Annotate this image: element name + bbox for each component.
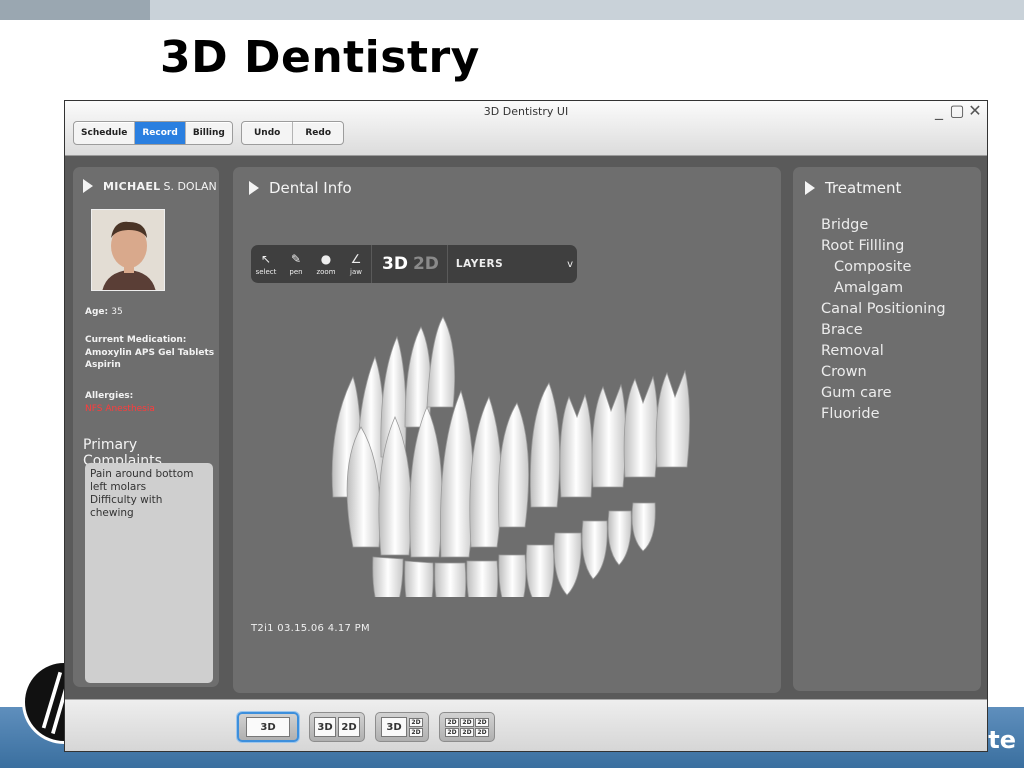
complaint-line: Pain around bottom — [90, 468, 194, 480]
tool-label: zoom — [316, 268, 336, 276]
treatment-item-fluoride[interactable]: Fluoride — [821, 404, 946, 425]
cursor-icon: ↖ — [260, 252, 272, 266]
tool-label: select — [255, 268, 277, 276]
angle-icon: ∠ — [350, 252, 362, 266]
view-grid-button[interactable]: 2D 2D 2D 2D 2D 2D — [439, 712, 495, 742]
patient-panel: MICHAEL S. DOLAN Age: 35 Current Medicat… — [73, 167, 219, 687]
window-controls: _ ▢ ✕ — [931, 101, 983, 120]
complaints-textarea[interactable]: Pain around bottom left molars Difficult… — [85, 463, 213, 683]
tool-select[interactable]: ↖ select — [251, 245, 281, 283]
slide-top-bar-dark — [0, 0, 150, 20]
slide-top-bar-light — [150, 0, 1024, 20]
age-row: Age: 35 — [85, 307, 123, 317]
medication-list: Amoxylin APS Gel Tablets Aspirin — [85, 347, 214, 371]
dental-info-title: Dental Info — [269, 179, 352, 197]
undo-button[interactable]: Undo — [242, 122, 294, 144]
patient-photo — [91, 209, 165, 291]
app-window: 3D Dentistry UI _ ▢ ✕ Schedule Record Bi… — [64, 100, 988, 752]
medication-item: Amoxylin APS Gel Tablets — [85, 348, 215, 358]
treatment-item-gum-care[interactable]: Gum care — [821, 383, 946, 404]
expand-triangle-icon — [249, 181, 259, 195]
tool-jaw[interactable]: ∠ jaw — [341, 245, 371, 283]
view-cell: 2D — [475, 717, 489, 727]
tool-label: pen — [289, 268, 303, 276]
view-triple-button[interactable]: 3D 2D 2D — [375, 712, 429, 742]
allergies-value: NFS Anesthesia — [85, 404, 155, 414]
expand-triangle-icon — [83, 179, 93, 193]
pen-icon: ✎ — [290, 252, 302, 266]
allergies-label: Allergies: — [85, 391, 134, 401]
treatment-item-removal[interactable]: Removal — [821, 341, 946, 362]
toolbar-divider — [371, 245, 372, 283]
treatment-item-composite[interactable]: Composite — [821, 257, 946, 278]
maximize-icon[interactable]: ▢ — [949, 101, 965, 120]
treatment-item-root-filling[interactable]: Root Fillling — [821, 236, 946, 257]
view-cell: 2D — [445, 727, 459, 737]
patient-header[interactable]: MICHAEL S. DOLAN — [83, 179, 217, 193]
view-mode-bar: 3D 3D 2D 3D 2D 2D 2D 2D 2D 2D 2D 2D — [65, 699, 987, 751]
view-stack: 2D 2D — [409, 717, 423, 737]
age-label: Age: — [85, 307, 109, 317]
age-value: 35 — [111, 307, 123, 317]
view-cell: 3D — [246, 717, 290, 737]
view-grid: 2D 2D 2D 2D 2D 2D — [445, 717, 489, 737]
dental-info-header[interactable]: Dental Info — [249, 179, 352, 197]
mode-2d-toggle[interactable]: 2D — [413, 254, 439, 274]
scan-timestamp: T2i1 03.15.06 4.17 PM — [251, 623, 370, 634]
dental-info-panel: Dental Info ↖ select ✎ pen ● zoom ∠ jaw — [233, 167, 781, 693]
expand-triangle-icon — [805, 181, 815, 195]
toolbar-divider — [446, 245, 448, 283]
view-cell: 2D — [475, 727, 489, 737]
treatment-list: Bridge Root Fillling Composite Amalgam C… — [821, 215, 946, 425]
tool-pen[interactable]: ✎ pen — [281, 245, 311, 283]
chevron-down-icon[interactable]: v — [567, 259, 573, 270]
tab-schedule[interactable]: Schedule — [74, 122, 136, 144]
tab-record[interactable]: Record — [135, 122, 186, 144]
treatment-panel: Treatment Bridge Root Fillling Composite… — [793, 167, 981, 691]
dot-icon: ● — [320, 252, 332, 266]
slide-title: 3D Dentistry — [160, 32, 480, 83]
dental-toolbar: ↖ select ✎ pen ● zoom ∠ jaw 3D 2D LAYERS… — [251, 245, 577, 283]
view-cell: 2D — [460, 727, 474, 737]
view-cell: 3D — [314, 717, 336, 737]
treatment-header[interactable]: Treatment — [805, 179, 901, 197]
treatment-item-bridge[interactable]: Bridge — [821, 215, 946, 236]
medication-item: Aspirin — [85, 360, 121, 370]
treatment-title: Treatment — [825, 179, 902, 197]
title-bar: 3D Dentistry UI _ ▢ ✕ Schedule Record Bi… — [65, 101, 987, 156]
patient-first-name: MICHAEL — [103, 179, 161, 193]
nav-tabs: Schedule Record Billing — [73, 121, 233, 145]
treatment-item-canal-positioning[interactable]: Canal Positioning — [821, 299, 946, 320]
teeth-3d-model[interactable] — [313, 307, 713, 597]
layers-dropdown[interactable]: LAYERS — [456, 258, 503, 270]
complaint-line: Difficulty with chewing — [90, 494, 163, 519]
minimize-icon[interactable]: _ — [931, 101, 947, 120]
treatment-item-crown[interactable]: Crown — [821, 362, 946, 383]
treatment-item-amalgam[interactable]: Amalgam — [821, 278, 946, 299]
redo-button[interactable]: Redo — [293, 122, 343, 144]
view-single-3d-button[interactable]: 3D — [237, 712, 299, 742]
tab-billing[interactable]: Billing — [186, 122, 232, 144]
close-icon[interactable]: ✕ — [967, 101, 983, 120]
history-controls: Undo Redo — [241, 121, 345, 145]
complaint-line: left molars — [90, 481, 147, 493]
mode-3d-toggle[interactable]: 3D — [382, 254, 408, 274]
tool-zoom[interactable]: ● zoom — [311, 245, 341, 283]
medication-label: Current Medication: — [85, 335, 187, 345]
view-cell: 2D — [460, 717, 474, 727]
view-cell: 3D — [381, 717, 407, 737]
patient-last-name: S. DOLAN — [163, 179, 217, 193]
view-cell: 2D — [338, 717, 360, 737]
view-cell: 2D — [445, 717, 459, 727]
view-split-button[interactable]: 3D 2D — [309, 712, 365, 742]
view-cell: 2D — [409, 717, 423, 727]
slide-footer-text: te — [988, 726, 1016, 754]
slide: 3D Dentistry te 3D Dentistry UI _ ▢ ✕ Sc… — [0, 0, 1024, 768]
tool-label: jaw — [350, 268, 362, 276]
treatment-item-brace[interactable]: Brace — [821, 320, 946, 341]
window-title: 3D Dentistry UI — [483, 105, 569, 118]
view-cell: 2D — [409, 727, 423, 737]
